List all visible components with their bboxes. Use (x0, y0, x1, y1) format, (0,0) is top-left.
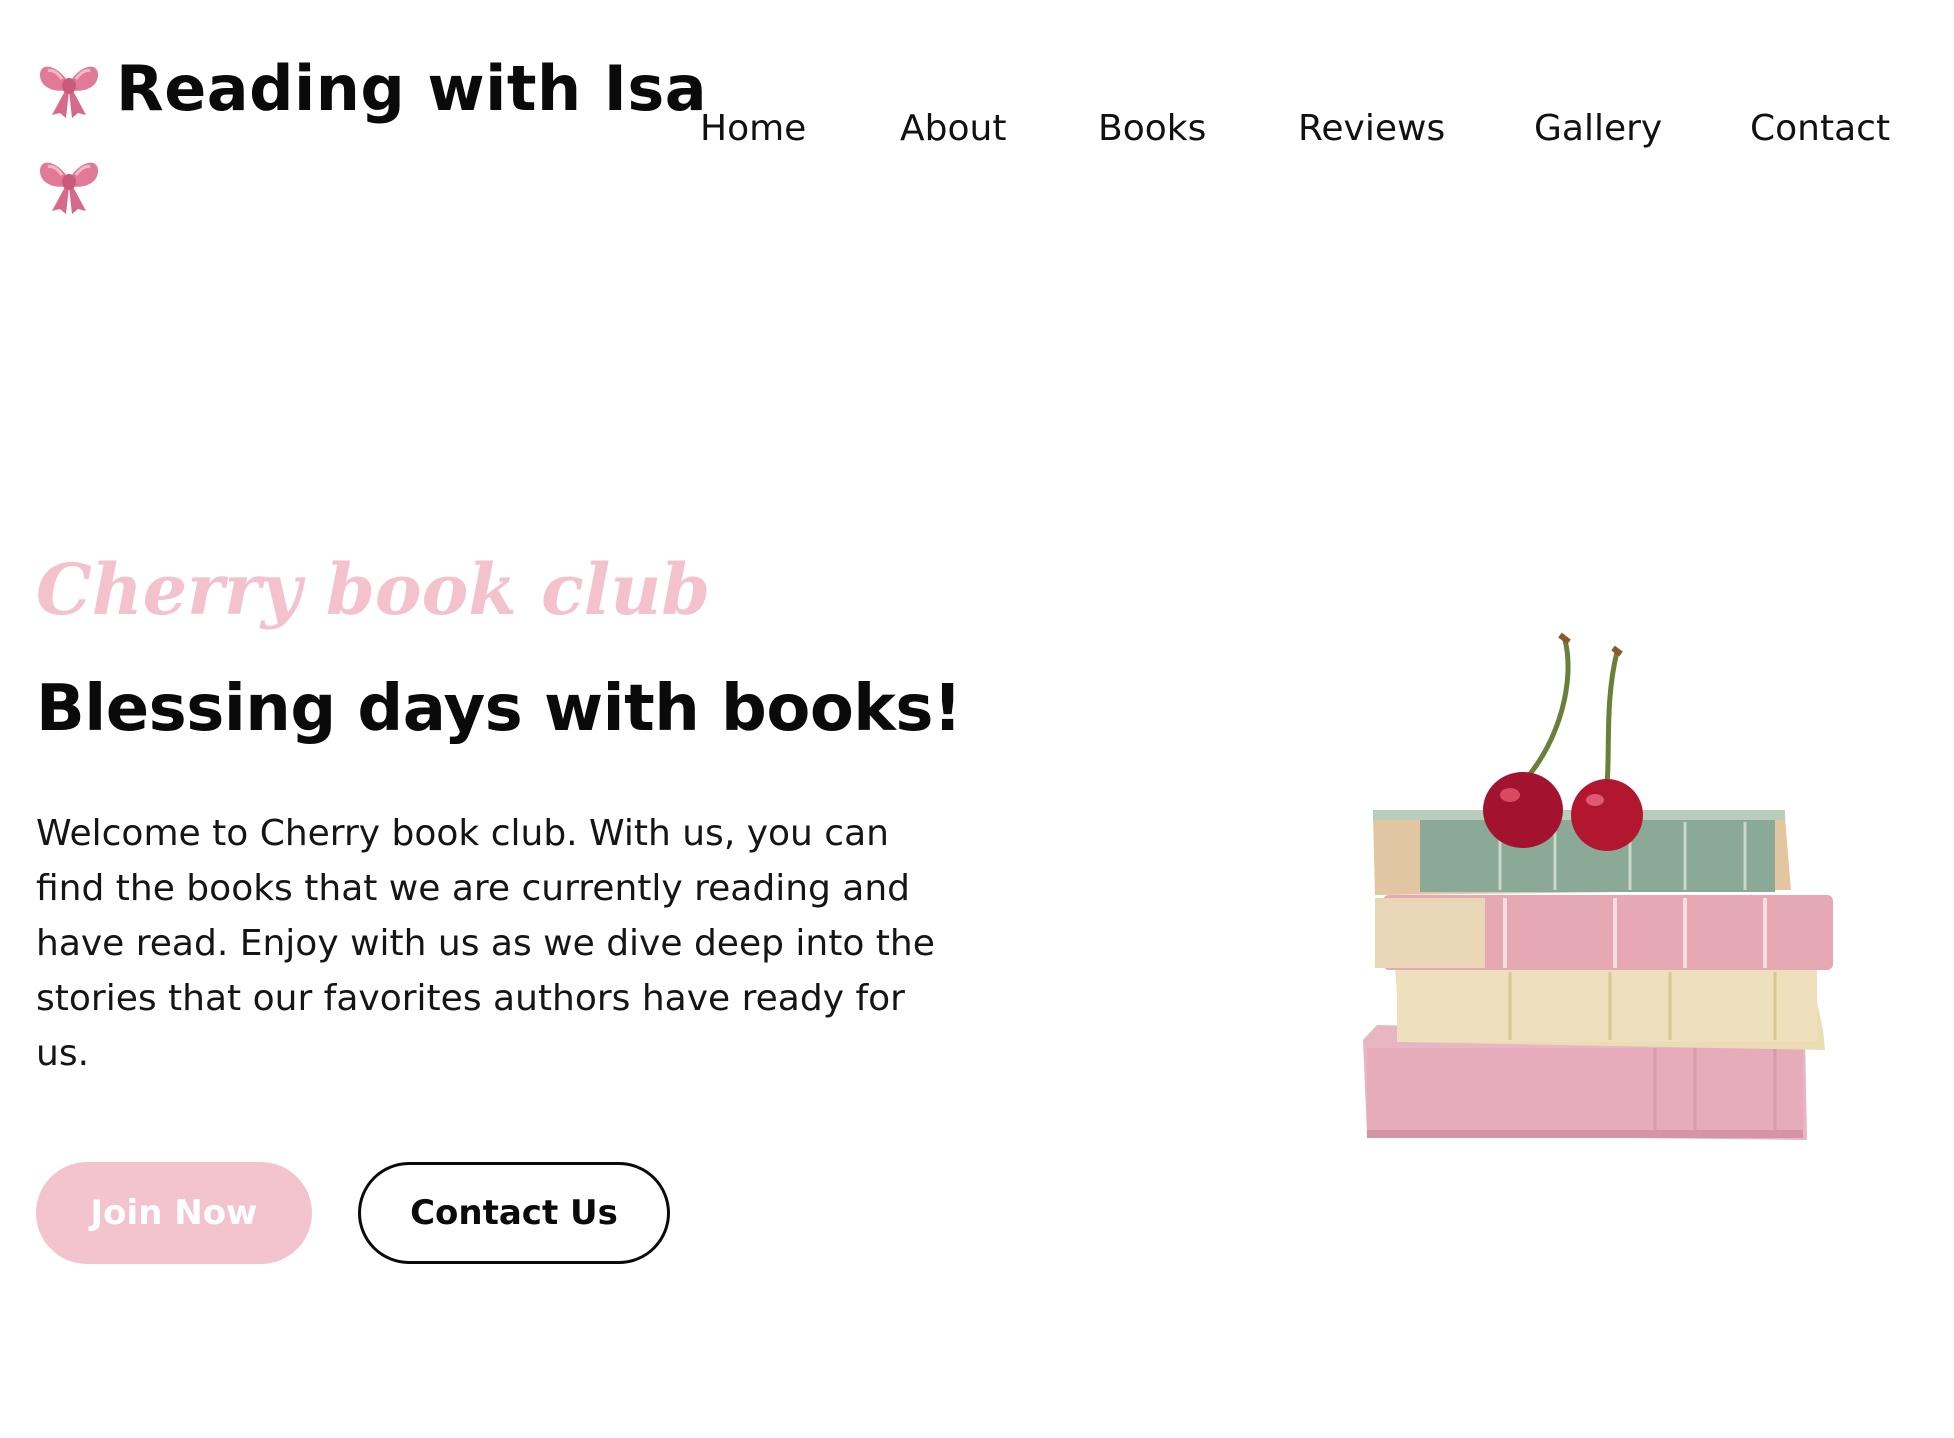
books-with-cherries-image (1363, 632, 1833, 1140)
logo-line-2 (36, 136, 676, 232)
site-title: Reading with Isa (116, 51, 708, 125)
ribbon-bow-icon (40, 162, 98, 214)
nav-books[interactable]: Books (1098, 108, 1206, 149)
nav-reviews[interactable]: Reviews (1298, 108, 1445, 149)
nav-about[interactable]: About (900, 108, 1006, 149)
site-header: Reading with Isa Home About Books Review… (0, 0, 1954, 240)
nav-gallery[interactable]: Gallery (1534, 108, 1662, 149)
nav-home[interactable]: Home (700, 108, 806, 149)
nav-contact[interactable]: Contact (1750, 108, 1890, 149)
join-now-button[interactable]: Join Now (36, 1162, 312, 1264)
contact-us-button[interactable]: Contact Us (358, 1162, 670, 1264)
site-logo[interactable]: Reading with Isa (36, 40, 707, 232)
cream-book (1395, 965, 1825, 1050)
pink-book-middle (1375, 895, 1833, 970)
ribbon-bow-icon (40, 66, 98, 118)
hero-tagline: Cherry book club (36, 548, 711, 631)
hero-headline: Blessing days with books! (36, 672, 962, 746)
hero-intro: Welcome to Cherry book club. With us, yo… (36, 813, 935, 1074)
logo-line: Reading with Isa (36, 40, 707, 136)
